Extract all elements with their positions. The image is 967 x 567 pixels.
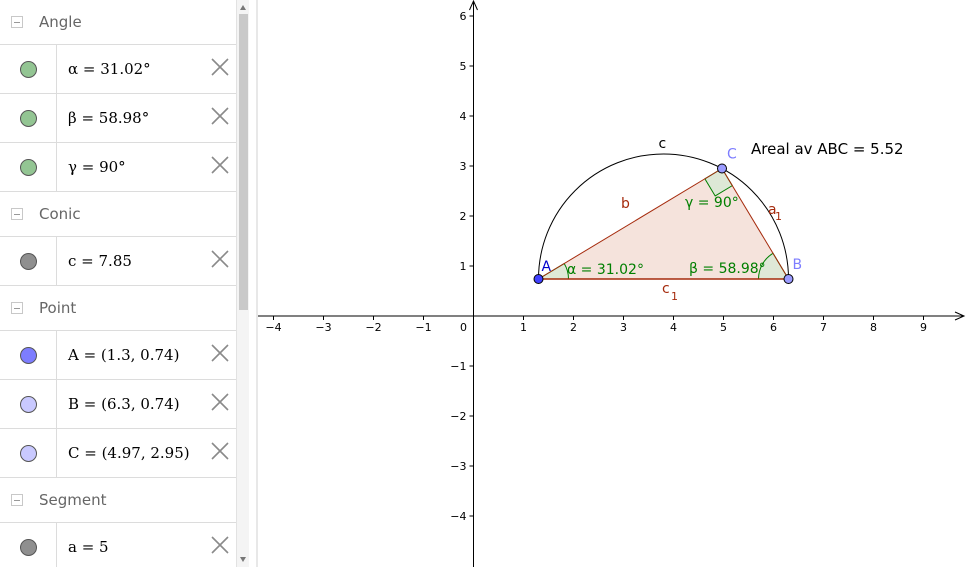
algebra-item-text[interactable]: α = 31.02°: [68, 60, 151, 78]
algebra-item-text[interactable]: γ = 90°: [68, 158, 126, 176]
y-tick-label: −3: [450, 460, 466, 473]
x-tick-label: 1: [520, 321, 527, 334]
algebra-item[interactable]: B = (6.3, 0.74): [0, 380, 236, 429]
segment-c1-subscript: 1: [671, 290, 678, 303]
visibility-dot-icon[interactable]: [19, 252, 37, 270]
scroll-up-icon[interactable]: [240, 5, 246, 10]
axes: −4 −3 −2 −1 0 1 2 3 4 5 6 7 8 9 1 2 3 4 5 6 −1 −2 −3 −4: [258, 0, 966, 567]
delete-icon[interactable]: [210, 392, 230, 412]
collapse-icon[interactable]: [11, 208, 23, 220]
visibility-toggle[interactable]: [0, 237, 57, 285]
x-tick-label: 9: [920, 321, 927, 334]
delete-icon[interactable]: [210, 249, 230, 269]
collapse-icon[interactable]: [11, 494, 23, 506]
visibility-toggle[interactable]: [0, 429, 57, 477]
algebra-item-text[interactable]: A = (1.3, 0.74): [68, 346, 179, 364]
x-tick-label: 3: [620, 321, 627, 334]
x-tick-label: 7: [820, 321, 827, 334]
delete-icon[interactable]: [210, 535, 230, 555]
visibility-toggle[interactable]: [0, 94, 57, 142]
scrollbar-thumb[interactable]: [239, 14, 248, 310]
y-tick-label: −2: [450, 410, 466, 423]
visibility-dot-icon[interactable]: [19, 158, 37, 176]
visibility-dot-icon[interactable]: [19, 395, 37, 413]
delete-icon[interactable]: [210, 441, 230, 461]
algebra-item-text[interactable]: β = 58.98°: [68, 109, 149, 127]
x-tick-label: 2: [570, 321, 577, 334]
point-a[interactable]: [533, 274, 544, 284]
y-tick-label: 2: [460, 210, 467, 223]
algebra-item-text[interactable]: c = 7.85: [68, 252, 132, 270]
group-label: Angle: [39, 13, 82, 31]
segment-c1-label: c: [662, 281, 670, 297]
algebra-item[interactable]: A = (1.3, 0.74): [0, 331, 236, 380]
point-b[interactable]: [783, 274, 794, 284]
y-tick-label: 4: [460, 110, 467, 123]
group-label: Segment: [39, 491, 107, 509]
x-tick-label: −4: [265, 321, 281, 334]
visibility-dot-icon[interactable]: [19, 109, 37, 127]
visibility-toggle[interactable]: [0, 523, 57, 567]
segment-a-subscript: 1: [775, 210, 782, 223]
delete-icon[interactable]: [210, 155, 230, 175]
algebra-item-text[interactable]: a = 5: [68, 538, 109, 556]
scroll-down-icon[interactable]: [240, 557, 246, 562]
y-tick-label: −1: [450, 360, 466, 373]
x-tick-label: 6: [770, 321, 777, 334]
angle-beta-label: β = 58.98°: [689, 261, 766, 277]
graphics-view[interactable]: −4 −3 −2 −1 0 1 2 3 4 5 6 7 8 9123456−1−2−3−4 A BCcb a1…: [258, 0, 967, 567]
collapse-icon[interactable]: [11, 16, 23, 28]
visibility-toggle[interactable]: [0, 380, 57, 428]
x-tick-label: −3: [315, 321, 331, 334]
algebra-item-text[interactable]: C = (4.97, 2.95): [68, 444, 190, 462]
x-tick-label: −2: [365, 321, 381, 334]
y-tick-label: 3: [460, 160, 467, 173]
point-b-label: B: [793, 257, 803, 273]
group-header-angle[interactable]: Angle: [0, 0, 236, 45]
y-tick-label: −4: [450, 510, 466, 523]
group-header-segment[interactable]: Segment: [0, 478, 236, 523]
visibility-toggle[interactable]: [0, 331, 57, 379]
group-header-conic[interactable]: Conic: [0, 192, 236, 237]
group-label: Conic: [39, 205, 81, 223]
y-tick-label: 5: [460, 60, 467, 73]
delete-icon[interactable]: [210, 57, 230, 77]
algebra-item[interactable]: c = 7.85: [0, 237, 236, 286]
x-tick-label: 4: [670, 321, 677, 334]
algebra-item[interactable]: a = 5: [0, 523, 236, 567]
angle-alpha-label: α = 31.02°: [567, 262, 644, 278]
group-label: Point: [39, 299, 77, 317]
arc-c-label: c: [659, 136, 667, 152]
visibility-dot-icon[interactable]: [19, 60, 37, 78]
visibility-dot-icon[interactable]: [19, 444, 37, 462]
algebra-item[interactable]: β = 58.98°: [0, 94, 236, 143]
point-a-label: A: [542, 259, 552, 275]
visibility-dot-icon[interactable]: [19, 346, 37, 364]
visibility-toggle[interactable]: [0, 143, 57, 191]
area-text[interactable]: Areal av ABC = 5.52: [751, 140, 904, 158]
group-header-point[interactable]: Point: [0, 286, 236, 331]
segment-b-label: b: [621, 196, 630, 212]
x-tick-label: 8: [870, 321, 877, 334]
delete-icon[interactable]: [210, 343, 230, 363]
angle-gamma-label: γ = 90°: [685, 195, 739, 211]
algebra-item[interactable]: C = (4.97, 2.95): [0, 429, 236, 478]
visibility-toggle[interactable]: [0, 45, 57, 93]
x-tick-label: 0: [460, 321, 467, 334]
algebra-view: Angle α = 31.02° β = 58.98° γ = 90° Conic c =…: [0, 0, 236, 567]
construction[interactable]: A BCcb a1c 1α = 31.02° β = 58.98°γ = 90°Area…: [533, 136, 904, 303]
algebra-item[interactable]: α = 31.02°: [0, 45, 236, 94]
x-tick-label: 5: [720, 321, 727, 334]
point-c-label: C: [727, 147, 737, 163]
algebra-item-text[interactable]: B = (6.3, 0.74): [68, 395, 180, 413]
algebra-item[interactable]: γ = 90°: [0, 143, 236, 192]
delete-icon[interactable]: [210, 106, 230, 126]
visibility-dot-icon[interactable]: [19, 538, 37, 556]
collapse-icon[interactable]: [11, 302, 23, 314]
y-tick-label: 6: [460, 10, 467, 23]
point-c[interactable]: [717, 163, 727, 174]
x-tick-label: −1: [415, 321, 431, 334]
y-tick-label: 1: [460, 260, 467, 273]
algebra-scrollbar[interactable]: [236, 0, 249, 567]
